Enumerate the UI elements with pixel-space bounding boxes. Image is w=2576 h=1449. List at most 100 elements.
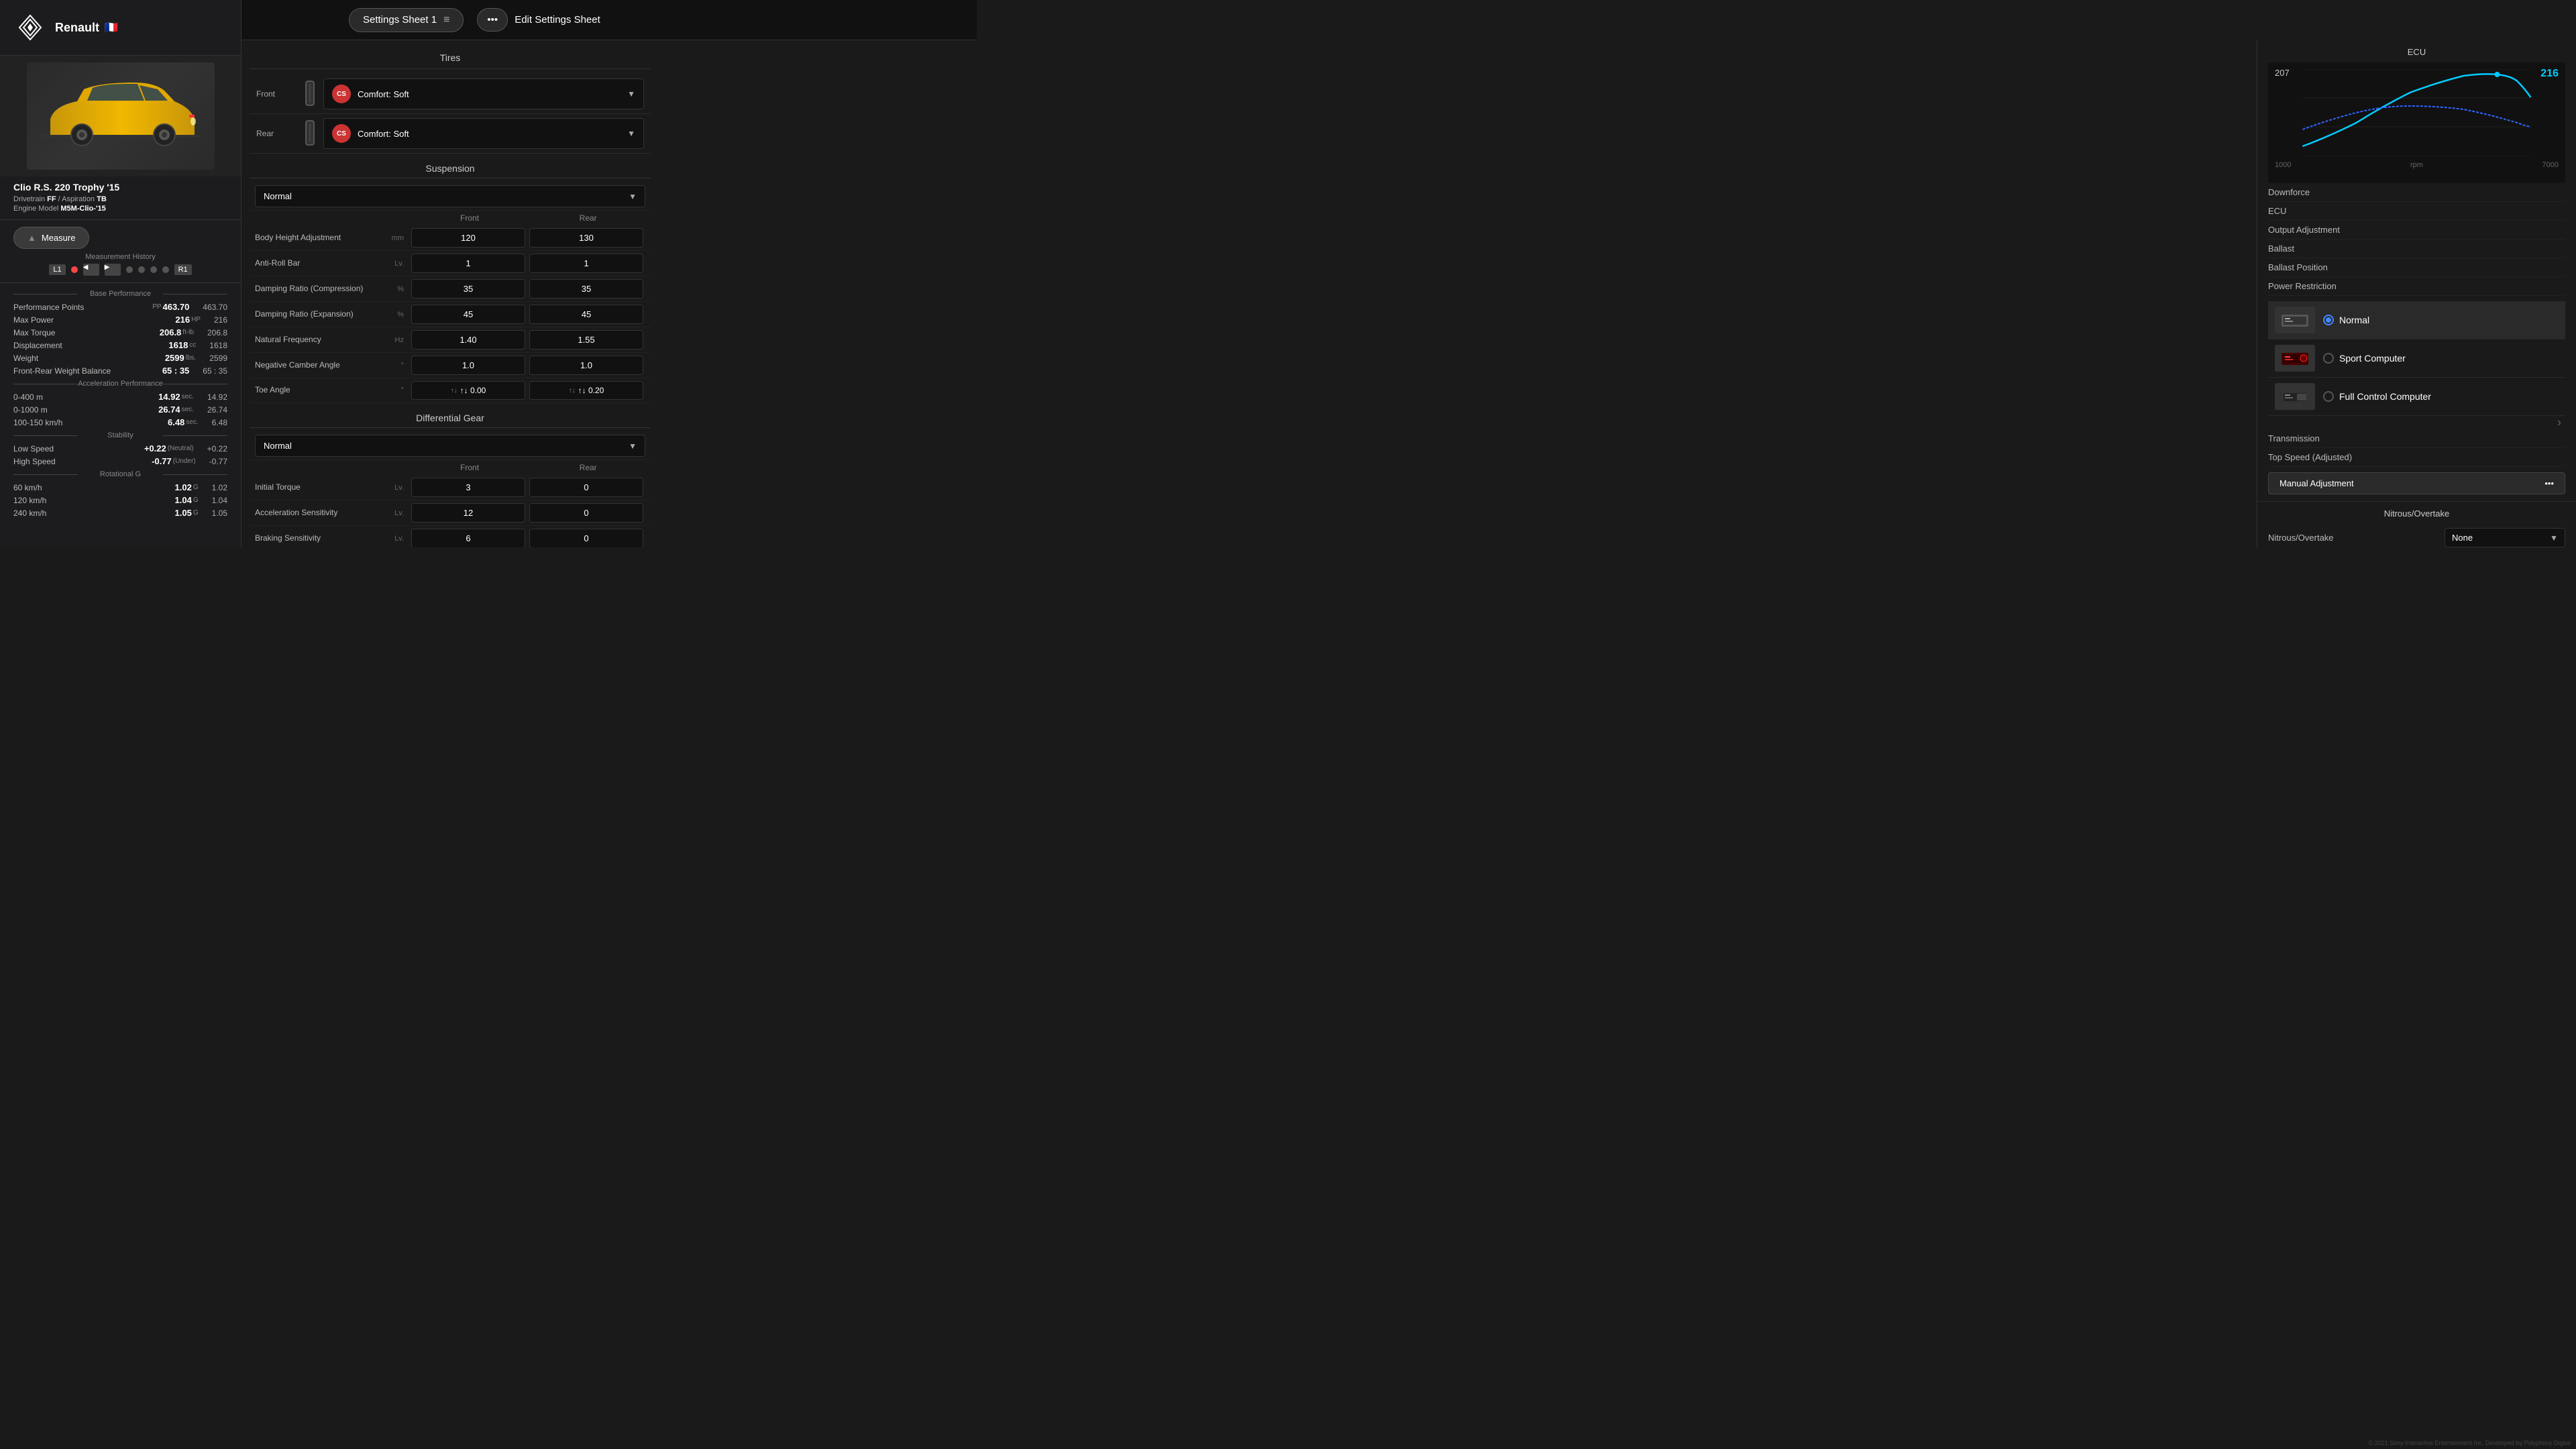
ecu-sport-radio bbox=[2323, 353, 2334, 364]
next-button[interactable]: ▶ bbox=[105, 264, 121, 276]
measurement-area: ▲ Measure Measurement History L1 ◀ ▶ R1 bbox=[0, 220, 241, 283]
history-dot-4 bbox=[150, 266, 157, 273]
chart-value-max: 216 bbox=[2540, 68, 2559, 80]
r1-button[interactable]: R1 bbox=[174, 264, 192, 275]
car-name: Clio R.S. 220 Trophy '15 bbox=[13, 182, 227, 193]
differential-dropdown-arrow: ▼ bbox=[629, 441, 637, 451]
renault-logo bbox=[13, 11, 47, 44]
nitrous-title: Nitrous/Overtake bbox=[2268, 508, 2565, 519]
tires-header: Tires bbox=[250, 47, 651, 69]
nitrous-section: Nitrous/Overtake Nitrous/Overtake None ▼… bbox=[2257, 502, 2576, 547]
accel-performance-divider: Acceleration Performance bbox=[13, 380, 227, 388]
body-height-rear[interactable]: 130 bbox=[529, 228, 643, 248]
toe-front[interactable]: ↑↓ ↑↓ 0.00 bbox=[411, 381, 525, 400]
suspension-type-select[interactable]: Normal ▼ bbox=[255, 185, 645, 207]
initial-torque-rear[interactable]: 0 bbox=[529, 478, 643, 497]
differential-type-select[interactable]: Normal ▼ bbox=[255, 435, 645, 457]
stat-low-speed: Low Speed +0.22 (Neutral) +0.22 bbox=[13, 442, 227, 455]
ecu-normal-radio bbox=[2323, 315, 2334, 325]
damping-comp-row: Damping Ratio (Compression) % 35 35 bbox=[250, 276, 651, 302]
differential-col-headers: Front Rear bbox=[250, 460, 651, 475]
ecu-section: ECU 207 216 1000 rpm 7000 bbox=[2257, 40, 2576, 502]
body-height-front[interactable]: 120 bbox=[411, 228, 525, 248]
neg-camber-rear[interactable]: 1.0 bbox=[529, 356, 643, 375]
rear-tire-icon bbox=[303, 119, 317, 148]
stat-0-400: 0-400 m 14.92 sec. 14.92 bbox=[13, 390, 227, 403]
ecu-dropdown-area: Normal Sport Computer bbox=[2268, 301, 2565, 416]
front-tire-icon bbox=[303, 80, 317, 109]
front-tire-select[interactable]: CS Comfort: Soft ▼ bbox=[323, 78, 644, 109]
neg-camber-row: Negative Camber Angle ° 1.0 1.0 bbox=[250, 353, 651, 378]
ecu-option-full[interactable]: Full Control Computer bbox=[2268, 378, 2565, 416]
anti-roll-front[interactable]: 1 bbox=[411, 254, 525, 273]
front-tire-row: Front CS Comfort: Soft ▼ bbox=[250, 74, 651, 114]
prev-button[interactable]: ◀ bbox=[83, 264, 99, 276]
braking-sensitivity-rear[interactable]: 0 bbox=[529, 529, 643, 547]
settings-sheet-label: Settings Sheet 1 bbox=[363, 14, 437, 25]
history-dot-5 bbox=[162, 266, 169, 273]
ecu-chart: 207 216 1000 rpm 7000 bbox=[2268, 62, 2565, 183]
l1-button[interactable]: L1 bbox=[49, 264, 65, 275]
stat-g240: 240 km/h 1.05 G 1.05 bbox=[13, 506, 227, 519]
history-dots: L1 ◀ ▶ R1 bbox=[13, 264, 227, 276]
anti-roll-rear[interactable]: 1 bbox=[529, 254, 643, 273]
ecu-sport-label: Sport Computer bbox=[2339, 353, 2406, 364]
car-image-area bbox=[0, 56, 241, 176]
rear-tire-select[interactable]: CS Comfort: Soft ▼ bbox=[323, 118, 644, 149]
stability-divider: Stability bbox=[13, 431, 227, 439]
rotational-g-divider: Rotational G bbox=[13, 470, 227, 478]
suspension-header: Suspension bbox=[250, 159, 651, 178]
measure-button[interactable]: ▲ Measure bbox=[13, 227, 89, 249]
stat-balance: Front-Rear Weight Balance 65 : 35 65 : 3… bbox=[13, 364, 227, 377]
brand-name: Renault bbox=[55, 21, 99, 35]
natural-freq-rear[interactable]: 1.55 bbox=[529, 330, 643, 350]
toe-rear[interactable]: ↑↓ ↑↓ 0.20 bbox=[529, 381, 643, 400]
damping-exp-rear[interactable]: 45 bbox=[529, 305, 643, 324]
accel-sensitivity-row: Acceleration Sensitivity Lv. 12 0 bbox=[250, 500, 651, 526]
front-tire-dropdown-arrow: ▼ bbox=[627, 89, 635, 99]
downforce-row: Downforce bbox=[2268, 183, 2565, 202]
measurement-history-label: Measurement History bbox=[13, 253, 227, 261]
manual-adj-dots-icon: ••• bbox=[2544, 478, 2554, 488]
suspension-section: Suspension Normal ▼ Front Rear Body Heig… bbox=[250, 159, 651, 403]
settings-sheet-button[interactable]: Settings Sheet 1 ≡ bbox=[349, 8, 464, 32]
accel-sensitivity-rear[interactable]: 0 bbox=[529, 503, 643, 523]
output-adj-row: Output Adjustment bbox=[2268, 221, 2565, 239]
ecu-option-sport[interactable]: Sport Computer bbox=[2268, 339, 2565, 378]
stat-g120: 120 km/h 1.04 G 1.04 bbox=[13, 494, 227, 506]
front-cs-badge: CS bbox=[332, 85, 351, 103]
damping-exp-front[interactable]: 45 bbox=[411, 305, 525, 324]
car-engine: Engine Model M5M-Clio-'15 bbox=[13, 205, 227, 213]
natural-freq-front[interactable]: 1.40 bbox=[411, 330, 525, 350]
history-dot-1 bbox=[71, 266, 78, 273]
ecu-full-thumb bbox=[2275, 383, 2315, 410]
dots-menu-button[interactable]: ••• bbox=[477, 8, 508, 32]
edit-settings-label[interactable]: Edit Settings Sheet bbox=[515, 14, 600, 25]
manual-adjustment-button[interactable]: Manual Adjustment ••• bbox=[2268, 472, 2565, 494]
top-bar: Settings Sheet 1 ≡ ••• Edit Settings She… bbox=[241, 0, 977, 40]
ecu-normal-thumb bbox=[2275, 307, 2315, 333]
stat-perf-points: Performance Points PP 463.70 463.70 bbox=[13, 301, 227, 313]
initial-torque-front[interactable]: 3 bbox=[411, 478, 525, 497]
stat-max-power: Max Power 216 HP 216 bbox=[13, 313, 227, 326]
rear-tire-row: Rear CS Comfort: Soft ▼ bbox=[250, 114, 651, 154]
nitrous-row: Nitrous/Overtake None ▼ bbox=[2268, 524, 2565, 547]
measure-triangle-icon: ▲ bbox=[28, 233, 36, 243]
ecu-option-normal[interactable]: Normal bbox=[2268, 301, 2565, 339]
transmission-row: Transmission bbox=[2268, 429, 2565, 448]
car-info: Clio R.S. 220 Trophy '15 Drivetrain FF /… bbox=[0, 176, 241, 220]
damping-comp-rear[interactable]: 35 bbox=[529, 279, 643, 299]
toe-angle-row: Toe Angle ° ↑↓ ↑↓ 0.00 ↑↓ ↑↓ 0.20 bbox=[250, 378, 651, 403]
chart-axis: 1000 rpm 7000 bbox=[2275, 161, 2559, 169]
accel-sensitivity-front[interactable]: 12 bbox=[411, 503, 525, 523]
braking-sensitivity-front[interactable]: 6 bbox=[411, 529, 525, 547]
stat-100-150: 100-150 km/h 6.48 sec. 6.48 bbox=[13, 416, 227, 429]
chevron-right-icon: › bbox=[2557, 416, 2561, 430]
stat-max-torque: Max Torque 206.8 ft-lb 206.8 bbox=[13, 326, 227, 339]
nitrous-select[interactable]: None ▼ bbox=[2445, 528, 2565, 547]
car-header: Renault 🇫🇷 bbox=[0, 0, 241, 56]
damping-comp-front[interactable]: 35 bbox=[411, 279, 525, 299]
neg-camber-front[interactable]: 1.0 bbox=[411, 356, 525, 375]
suspension-dropdown-row: Normal ▼ bbox=[250, 182, 651, 211]
rear-tire-label: Rear bbox=[256, 129, 297, 138]
